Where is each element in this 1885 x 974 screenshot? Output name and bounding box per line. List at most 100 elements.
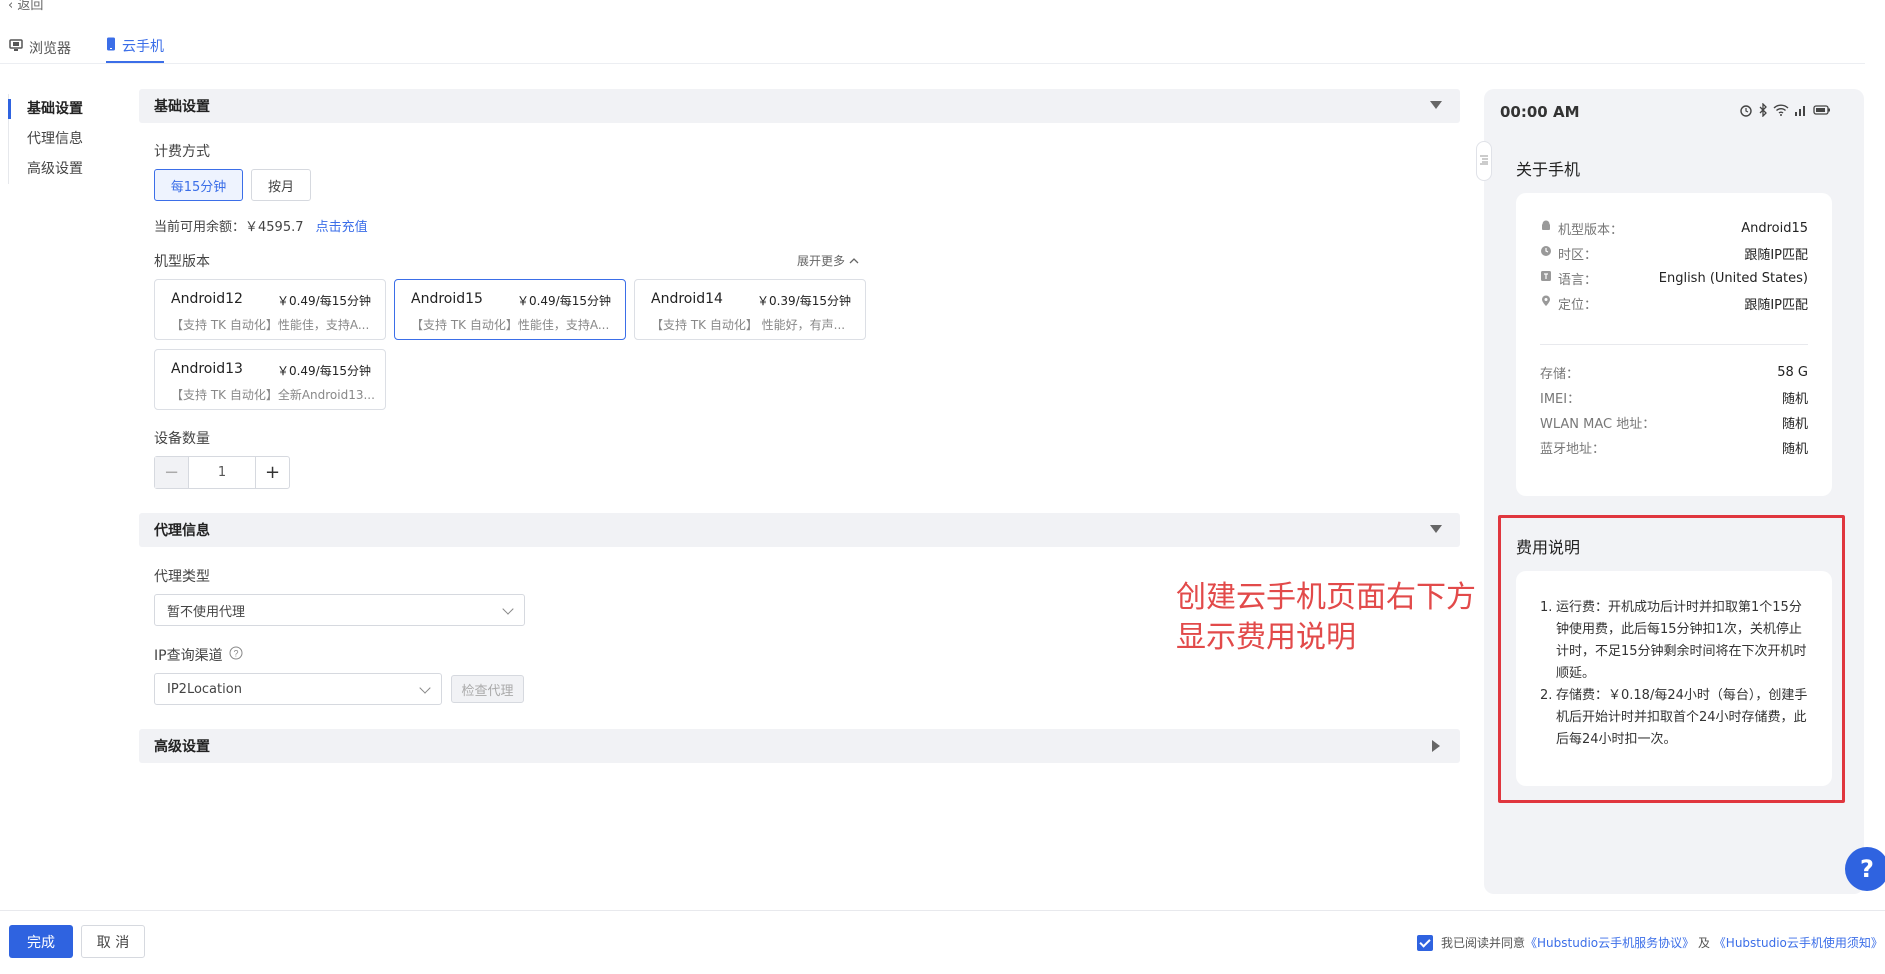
agreement-row: 我已阅读并同意《Hubstudio云手机服务协议》 及 《Hubstudio云手… [1417,934,1883,951]
spec-value: 随机 [1781,416,1808,432]
spec-value: 58 G [1777,364,1808,380]
info-key: 时区： [1540,244,1597,263]
balance-text: 当前可用余额：￥4595.7 [154,220,304,235]
status-bar-time: 00:00 AM [1500,103,1580,121]
chevron-up-icon [849,254,859,268]
done-button[interactable]: 完成 [9,925,73,958]
model-name: Android15 [411,291,483,307]
proxy-type-select[interactable]: 暂不使用代理 [154,594,525,626]
proxy-type-value: 暂不使用代理 [167,604,246,620]
balance-row: 当前可用余额：￥4595.7 点击充值 [154,216,368,235]
alarm-icon [1739,103,1753,117]
tab-cloud-phone[interactable]: 云手机 [106,32,164,63]
top-tabs: 浏览器 云手机 [0,32,1865,64]
language-icon [1540,270,1552,286]
info-value: English (United States) [1658,270,1808,286]
increment-button[interactable]: + [255,457,289,488]
section-title-advanced: 高级设置 [154,739,210,755]
info-row-model: 机型版本： Android15 [1540,217,1808,239]
section-title-basic: 基础设置 [154,99,210,115]
info-value: 跟随IP匹配 [1744,247,1808,263]
spec-value: 随机 [1781,441,1808,457]
wifi-icon [1773,103,1789,117]
model-name: Android14 [651,291,723,307]
usage-notice-link[interactable]: 《Hubstudio云手机使用须知》 [1714,936,1883,950]
device-count-input[interactable]: 1 [189,457,255,488]
tab-browser-label: 浏览器 [29,40,71,57]
model-price: ￥0.49/每15分钟 [276,294,371,308]
info-row-location: 定位： 跟随IP匹配 [1540,292,1808,314]
info-key: 定位： [1540,294,1597,313]
tab-browser[interactable]: 浏览器 [9,32,71,63]
spec-key: 存储： [1540,366,1580,382]
billing-label: 计费方式 [154,144,210,160]
tab-cloud-phone-label: 云手机 [122,38,164,55]
info-value: Android15 [1741,220,1808,236]
service-agreement-link[interactable]: 《Hubstudio云手机服务协议》 [1525,936,1694,950]
model-card-android12[interactable]: Android12 ￥0.49/每15分钟 【支持 TK 自动化】性能佳，支持A… [154,279,386,340]
phone-icon [106,37,116,55]
info-divider [1540,344,1808,345]
model-price: ￥0.49/每15分钟 [276,364,371,378]
model-price: ￥0.39/每15分钟 [756,294,851,308]
recharge-link[interactable]: 点击充值 [316,220,368,235]
phone-info-card: 机型版本： Android15 时区： 跟随IP匹配 语言： English (… [1516,193,1832,496]
section-header-basic[interactable]: 基础设置 [139,89,1460,123]
collapse-caret-icon [1430,101,1442,109]
annotation-line-1: 创建云手机页面右下方 [1176,580,1476,615]
monitor-icon [9,39,23,56]
section-header-proxy[interactable]: 代理信息 [139,513,1460,547]
collapse-caret-icon [1430,525,1442,533]
android-icon [1540,220,1552,236]
info-key: 机型版本： [1540,219,1623,238]
agree-prefix: 我已阅读并同意 [1441,936,1526,950]
spec-row-wlan-mac: WLAN MAC 地址： 随机 [1540,411,1808,433]
ip-channel-select[interactable]: IP2Location [154,673,442,705]
timezone-icon [1540,245,1552,261]
annotation-text: 创建云手机页面右下方 显示费用说明 [1176,578,1496,658]
model-desc: 【支持 TK 自动化】全新Android13... [171,388,375,402]
model-card-android14[interactable]: Android14 ￥0.39/每15分钟 【支持 TK 自动化】 性能好，有声… [634,279,866,340]
expand-more-toggle[interactable]: 展开更多 [797,252,859,269]
billing-option-15min[interactable]: 每15分钟 [154,169,243,201]
help-button[interactable]: ? [1845,847,1885,891]
battery-icon [1813,103,1831,117]
model-price: ￥0.49/每15分钟 [516,294,611,308]
model-desc: 【支持 TK 自动化】性能佳，支持A... [411,318,610,332]
check-proxy-button[interactable]: 检查代理 [451,675,524,703]
expand-more-label: 展开更多 [797,254,846,268]
nav-item-basic[interactable]: 基础设置 [8,94,98,124]
spec-row-imei: IMEI： 随机 [1540,386,1808,408]
model-name: Android13 [171,361,243,377]
expand-caret-icon [1432,740,1440,752]
list-icon [1480,155,1488,168]
back-link[interactable]: ‹ 返回 [8,0,43,13]
info-key: 语言： [1540,269,1597,288]
model-desc: 【支持 TK 自动化】性能佳，支持A... [171,318,370,332]
model-card-android15[interactable]: Android15 ￥0.49/每15分钟 【支持 TK 自动化】性能佳，支持A… [394,279,626,340]
fee-highlight-box [1498,515,1845,803]
info-value: 跟随IP匹配 [1744,297,1808,313]
model-name: Android12 [171,291,243,307]
spec-row-bluetooth: 蓝牙地址： 随机 [1540,436,1808,458]
section-header-advanced[interactable]: 高级设置 [139,729,1460,763]
cancel-button[interactable]: 取 消 [81,925,145,958]
nav-item-advanced[interactable]: 高级设置 [9,154,98,184]
nav-item-proxy[interactable]: 代理信息 [9,124,98,154]
device-count-stepper: − 1 + [154,456,290,489]
spec-key: 蓝牙地址： [1540,441,1606,457]
panel-toggle-handle[interactable] [1476,141,1492,181]
annotation-line-2: 显示费用说明 [1176,620,1356,655]
billing-option-monthly[interactable]: 按月 [251,169,311,201]
location-icon [1540,295,1552,311]
info-row-language: 语言： English (United States) [1540,267,1808,289]
footer-divider [0,910,1885,911]
proxy-type-label: 代理类型 [154,569,210,585]
ip-channel-label-row: IP查询渠道 ? [154,645,243,665]
decrement-button[interactable]: − [155,457,189,488]
help-circle-icon[interactable]: ? [229,646,243,664]
agree-checkbox[interactable] [1417,934,1433,951]
about-phone-title: 关于手机 [1516,160,1581,179]
chevron-down-icon [419,682,431,694]
model-card-android13[interactable]: Android13 ￥0.49/每15分钟 【支持 TK 自动化】全新Andro… [154,349,386,410]
